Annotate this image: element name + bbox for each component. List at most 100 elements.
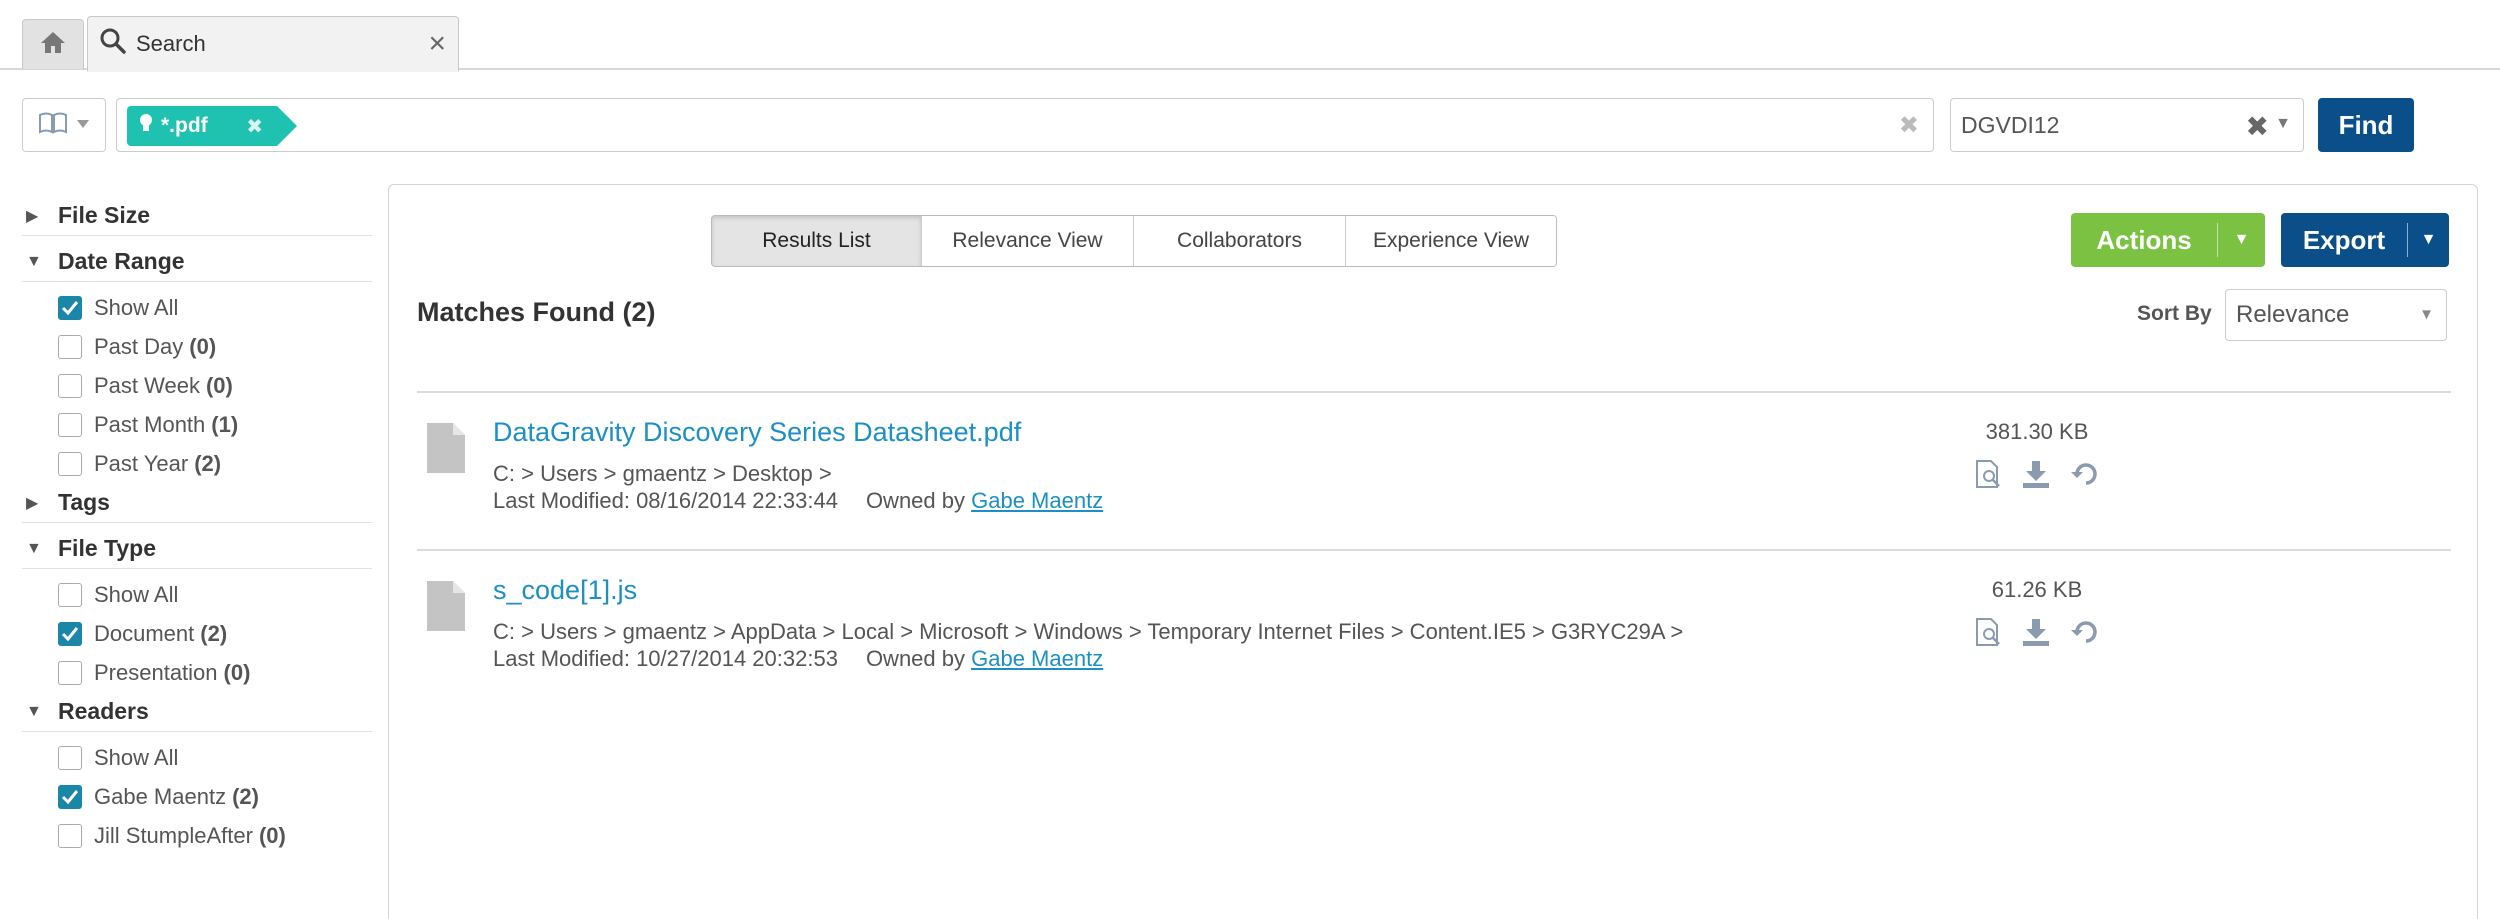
- facet-title: Date Range: [58, 248, 185, 274]
- result-owner-link[interactable]: Gabe Maentz: [971, 488, 1103, 513]
- facet-option[interactable]: Jill StumpleAfter (0): [58, 816, 372, 855]
- preview-icon[interactable]: [1975, 617, 2003, 647]
- checkbox[interactable]: [58, 621, 82, 646]
- bulb-icon: [139, 113, 153, 139]
- caret-down-icon: ▼: [26, 539, 42, 557]
- facet-option[interactable]: Show All: [58, 738, 372, 777]
- facet-option-label: Past Month: [94, 411, 206, 437]
- checkbox[interactable]: [58, 660, 82, 685]
- facet-title: Tags: [58, 489, 110, 515]
- facet-option[interactable]: Past Week (0): [58, 366, 372, 405]
- facet-option[interactable]: Show All: [58, 288, 372, 327]
- checkbox[interactable]: [58, 582, 82, 607]
- clear-query-icon[interactable]: ✖: [1899, 111, 1919, 140]
- query-input[interactable]: *.pdf ✖ ✖: [116, 98, 1934, 152]
- checkbox[interactable]: [58, 295, 82, 320]
- check-icon: [61, 300, 79, 315]
- view-tab[interactable]: Results List: [712, 216, 922, 266]
- find-button[interactable]: Find: [2318, 98, 2414, 152]
- facet-option-label: Past Week: [94, 372, 200, 398]
- facet-option[interactable]: Past Month (1): [58, 405, 372, 444]
- result-modified: Last Modified: 08/16/2014 22:33:44: [493, 488, 838, 513]
- facet-option-count: (2): [200, 620, 228, 646]
- export-button[interactable]: Export ▼: [2281, 213, 2449, 267]
- facet-header[interactable]: ▶ Tags: [22, 483, 372, 523]
- tab-home[interactable]: [22, 19, 84, 69]
- actions-button[interactable]: Actions ▼: [2071, 213, 2265, 267]
- tab-bar: Search ×: [0, 0, 2500, 72]
- result-owner-link[interactable]: Gabe Maentz: [971, 646, 1103, 671]
- book-icon: [38, 111, 68, 140]
- facet-header[interactable]: ▼ Date Range: [22, 242, 372, 282]
- result-actions: [1975, 459, 2101, 489]
- facet-sidebar: ▶ File Size ▼ Date Range Show All Past Day (0)…: [22, 196, 372, 855]
- history-icon[interactable]: [2069, 459, 2101, 489]
- facet-option-count: (1): [211, 411, 239, 437]
- view-tab[interactable]: Collaborators: [1134, 216, 1346, 266]
- download-icon[interactable]: [2021, 617, 2051, 647]
- actions-label: Actions: [2096, 224, 2192, 255]
- clear-domain-icon[interactable]: ✖: [2246, 110, 2269, 143]
- saved-searches-button[interactable]: [22, 98, 106, 152]
- view-switcher: Results List Relevance View Collaborators E…: [711, 215, 1557, 267]
- facet-options: Show All Document (2) Presentation (0): [22, 575, 372, 692]
- checkbox[interactable]: [58, 451, 82, 476]
- results-panel: Results List Relevance View Collaborators E…: [388, 184, 2478, 919]
- checkbox[interactable]: [58, 373, 82, 398]
- result-size: 61.26 KB: [1991, 577, 2083, 602]
- sort-select[interactable]: Relevance ▼: [2225, 289, 2447, 341]
- chevron-down-icon: [76, 116, 90, 134]
- results-list: DataGravity Discovery Series Datasheet.p…: [417, 391, 2451, 707]
- result-meta: Last Modified: 08/16/2014 22:33:44 Owned …: [493, 488, 1103, 514]
- facet-option-count: (0): [189, 333, 217, 359]
- facet-option[interactable]: Presentation (0): [58, 653, 372, 692]
- facet-option-count: (0): [258, 822, 286, 848]
- result-path: C: > Users > gmaentz > Desktop >: [493, 461, 832, 486]
- caret-right-icon: ▶: [26, 494, 39, 512]
- facet-option[interactable]: Gabe Maentz (2): [58, 777, 372, 816]
- check-icon: [61, 626, 79, 641]
- tab-search[interactable]: Search ×: [87, 16, 459, 72]
- view-tab[interactable]: Relevance View: [922, 216, 1134, 266]
- chevron-down-icon[interactable]: ▼: [2218, 231, 2265, 249]
- checkbox[interactable]: [58, 823, 82, 848]
- facet-option-label: Past Day: [94, 333, 184, 359]
- facet-option[interactable]: Past Year (2): [58, 444, 372, 483]
- result-row: DataGravity Discovery Series Datasheet.p…: [417, 391, 2451, 549]
- result-actions: [1975, 617, 2101, 647]
- view-tab[interactable]: Experience View: [1346, 216, 1556, 266]
- facet-header[interactable]: ▶ File Size: [22, 196, 372, 236]
- check-icon: [61, 789, 79, 804]
- facet-header[interactable]: ▼ File Type: [22, 529, 372, 569]
- file-icon: [427, 423, 465, 478]
- facet-header[interactable]: ▼ Readers: [22, 692, 372, 732]
- close-tab-icon[interactable]: ×: [428, 29, 446, 59]
- facet-option-count: (2): [194, 450, 222, 476]
- facet-option-label: Past Year: [94, 450, 189, 476]
- domain-select[interactable]: DGVDI12 ✖ ▼: [1950, 98, 2304, 152]
- remove-tag-icon[interactable]: ✖: [246, 114, 263, 139]
- checkbox[interactable]: [58, 412, 82, 437]
- result-title-link[interactable]: s_code[1].js: [493, 575, 637, 606]
- result-title-link[interactable]: DataGravity Discovery Series Datasheet.p…: [493, 417, 1021, 448]
- result-owned-by: Owned by: [865, 488, 965, 513]
- tab-search-label: Search: [136, 30, 206, 56]
- facet-option[interactable]: Document (2): [58, 614, 372, 653]
- history-icon[interactable]: [2069, 617, 2101, 647]
- facet-option[interactable]: Past Day (0): [58, 327, 372, 366]
- facet-option-label: Gabe Maentz: [94, 783, 227, 809]
- facet-option-label: Show All: [94, 744, 179, 770]
- facet-option[interactable]: Show All: [58, 575, 372, 614]
- checkbox[interactable]: [58, 745, 82, 770]
- facet-option-label: Jill StumpleAfter: [94, 822, 253, 848]
- result-owned-by: Owned by: [865, 646, 965, 671]
- download-icon[interactable]: [2021, 459, 2051, 489]
- checkbox[interactable]: [58, 334, 82, 359]
- query-tag-label: *.pdf: [161, 114, 208, 137]
- checkbox[interactable]: [58, 784, 82, 809]
- query-tag[interactable]: *.pdf ✖: [127, 106, 297, 146]
- chevron-down-icon[interactable]: ▼: [2408, 231, 2449, 249]
- preview-icon[interactable]: [1975, 459, 2003, 489]
- caret-right-icon: ▶: [26, 207, 39, 225]
- domain-value: DGVDI12: [1961, 111, 2060, 138]
